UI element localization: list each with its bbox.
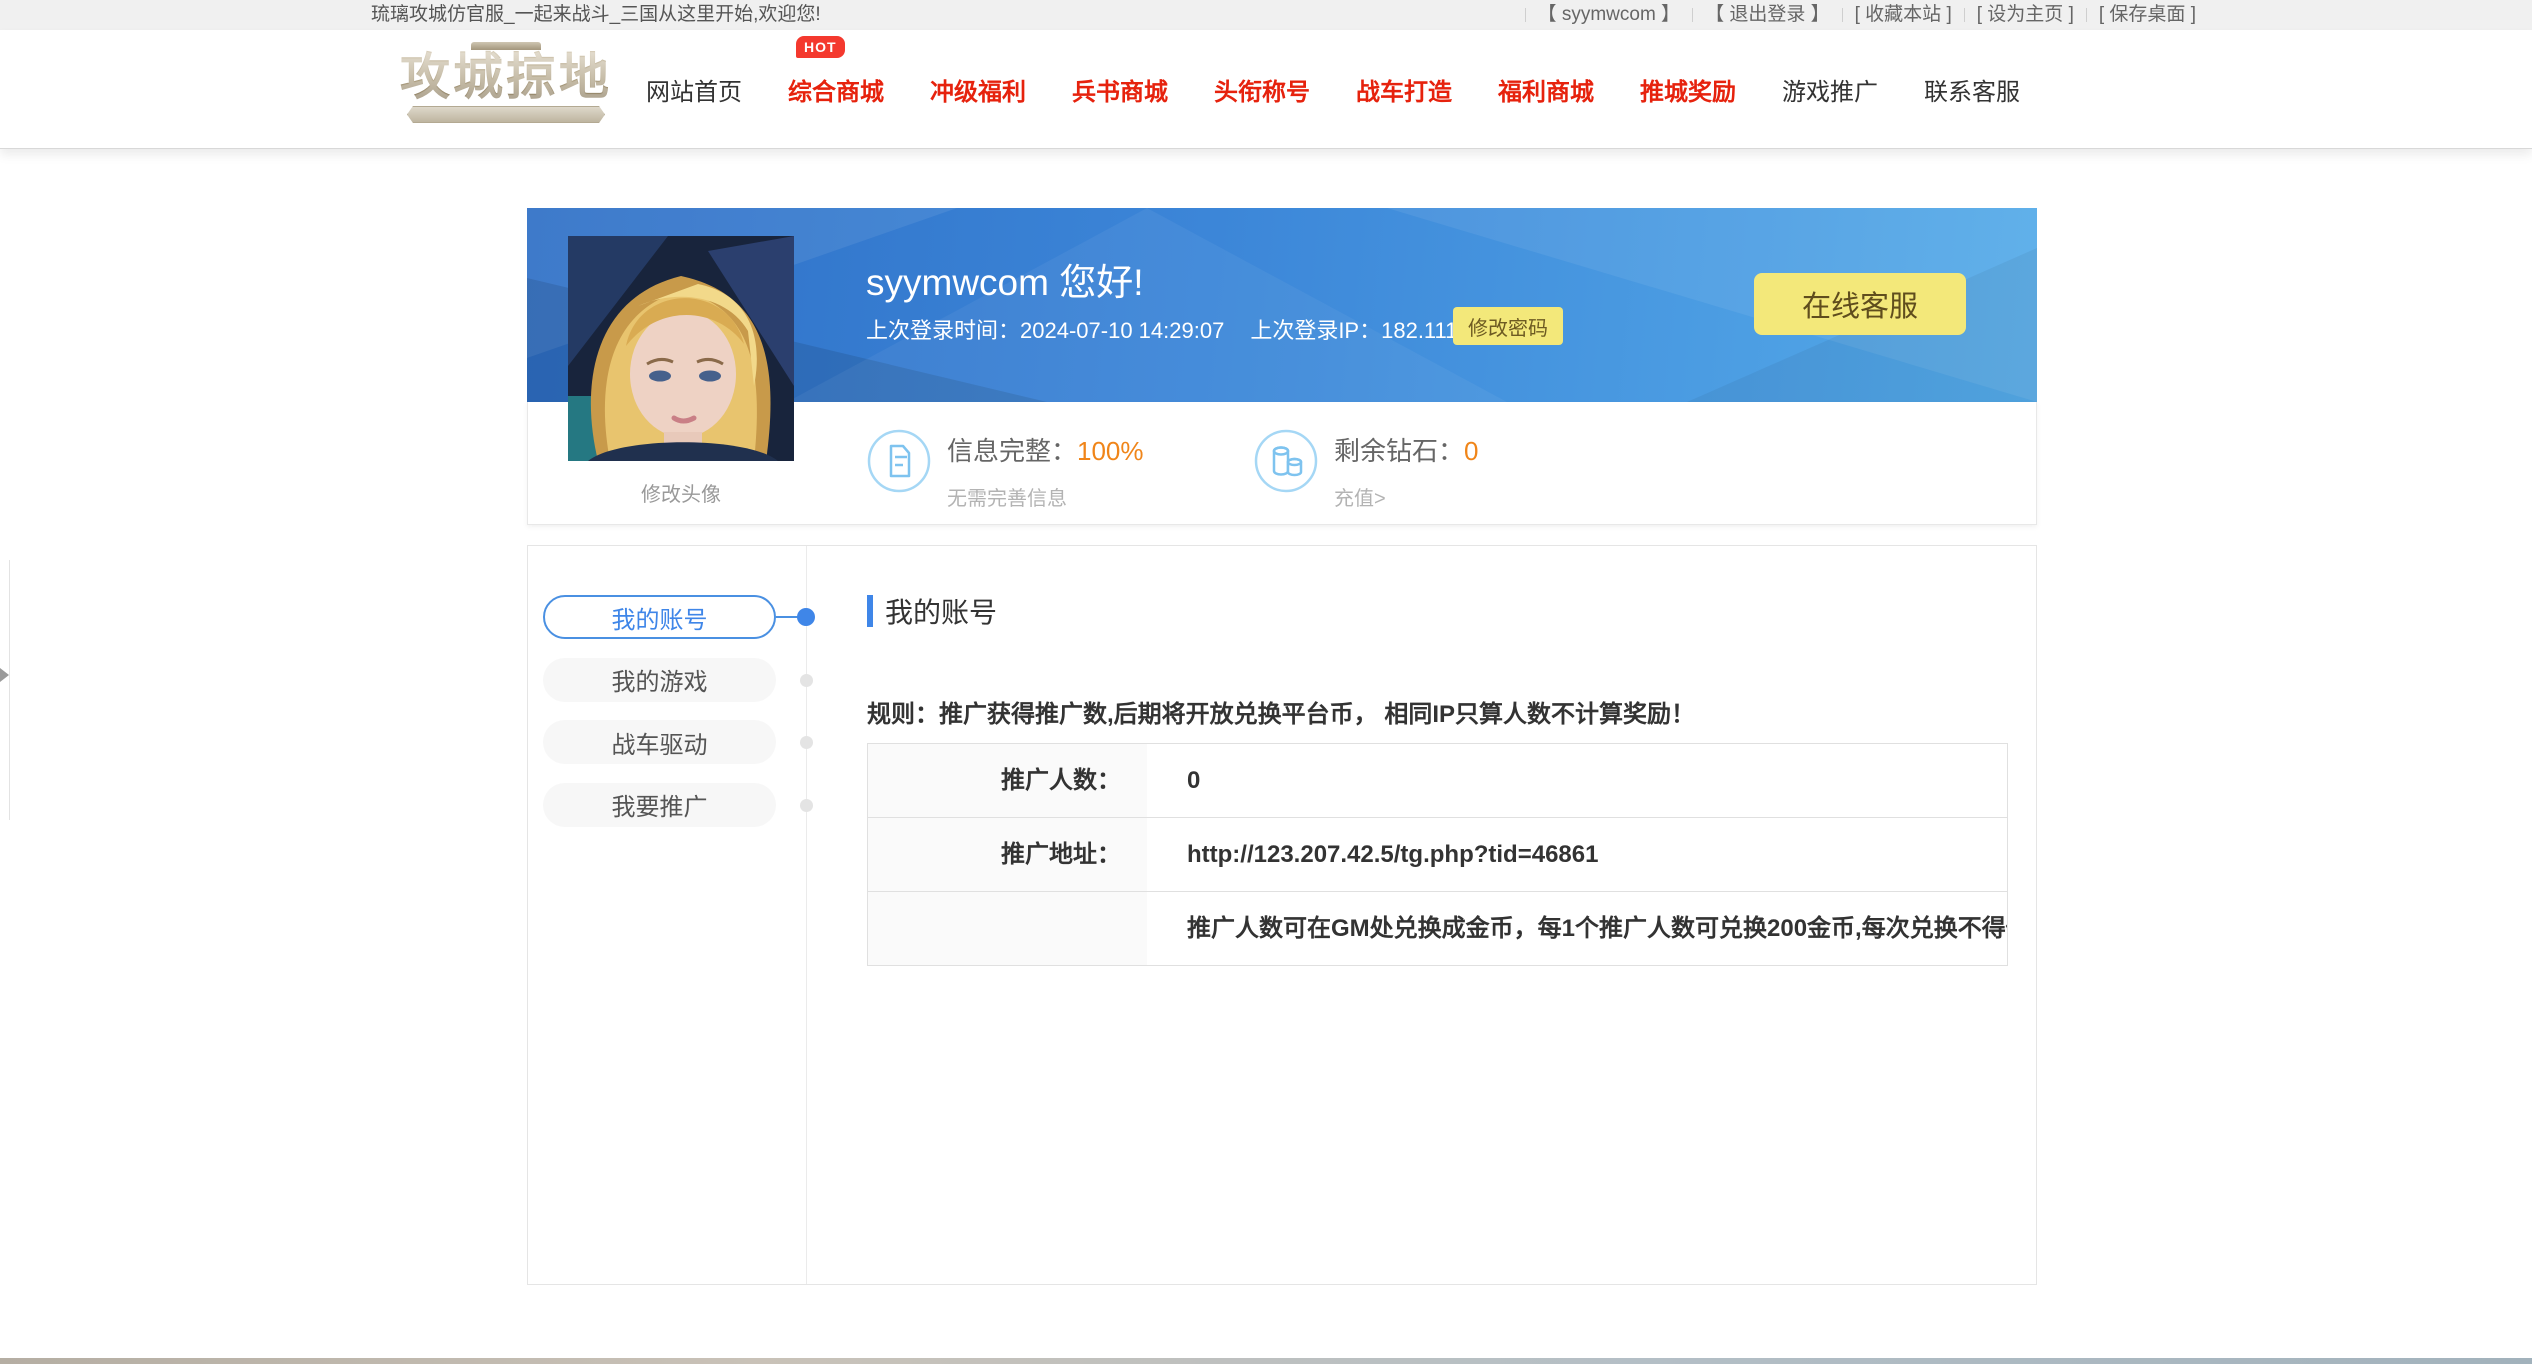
online-service-button[interactable]: 在线客服 bbox=[1754, 273, 1966, 335]
top-link[interactable]: 【 syymwcom 】 bbox=[1538, 0, 1681, 30]
diamond-value: 0 bbox=[1464, 436, 1478, 466]
nav-item-label: 联系客服 bbox=[1924, 79, 2020, 106]
page: 琉璃攻城仿官服_一起来战斗_三国从这里开始,欢迎您! 【 syymwcom 】 … bbox=[0, 0, 2532, 1364]
diamond-line: 剩余钻石：0 bbox=[1334, 431, 1478, 468]
nav-item-label: 福利商城 bbox=[1498, 79, 1594, 106]
sidebar-item-dot bbox=[800, 674, 813, 687]
sidebar-item-dot bbox=[800, 799, 813, 812]
top-link[interactable]: 【 退出登录 】 bbox=[1705, 0, 1830, 30]
document-icon bbox=[867, 429, 931, 493]
nav-item-label: 游戏推广 bbox=[1782, 79, 1878, 106]
table-row-label bbox=[868, 892, 1147, 965]
top-link-wrap: [ 设为主页 ] bbox=[1952, 0, 2074, 30]
nav-item-label: 头衔称号 bbox=[1214, 79, 1310, 106]
table-row: 推广地址： http://123.207.42.5/tg.php?tid=468… bbox=[868, 818, 2007, 892]
top-bar: 琉璃攻城仿官服_一起来战斗_三国从这里开始,欢迎您! 【 syymwcom 】 … bbox=[0, 0, 2532, 31]
sidebar-item: 战车驱动 bbox=[543, 720, 823, 764]
section-title-text: 我的账号 bbox=[885, 591, 997, 631]
top-link-wrap: 【 syymwcom 】 bbox=[1513, 0, 1681, 30]
sidebar-item-button[interactable]: 战车驱动 bbox=[543, 720, 776, 764]
info-complete-label: 信息完整： bbox=[947, 436, 1077, 466]
sidebar-item: 我的游戏 bbox=[543, 658, 823, 702]
change-password-button[interactable]: 修改密码 bbox=[1453, 307, 1563, 345]
title-accent-bar bbox=[867, 595, 873, 627]
sidebar-item: 我的账号 bbox=[543, 595, 823, 639]
nav-item[interactable]: HOT 头衔称号 bbox=[1214, 72, 1310, 107]
edge-panel-line bbox=[9, 560, 10, 820]
nav-item-label: 冲级福利 bbox=[930, 79, 1026, 106]
sidebar-item-button[interactable]: 我要推广 bbox=[543, 783, 776, 827]
table-row-value: http://123.207.42.5/tg.php?tid=46861 bbox=[1147, 818, 2007, 891]
info-complete-value: 100% bbox=[1077, 436, 1144, 466]
sidebar-item-button[interactable]: 我的账号 bbox=[543, 595, 776, 639]
sidebar-item-dot bbox=[800, 736, 813, 749]
sidebar-item: 我要推广 bbox=[543, 783, 823, 827]
promo-table: 推广人数： 0 推广地址： http://123.207.42.5/tg.php… bbox=[867, 743, 2008, 966]
last-login-time-value: 2024-07-10 14:29:07 bbox=[1020, 318, 1224, 343]
change-avatar-link[interactable]: 修改头像 bbox=[568, 478, 794, 507]
nav-item[interactable]: HOT 冲级福利 bbox=[930, 72, 1026, 107]
nav-item-label: 战车打造 bbox=[1356, 79, 1452, 106]
nav-item[interactable]: HOT 福利商城 bbox=[1498, 72, 1594, 107]
nav-item-label: 推城奖励 bbox=[1640, 79, 1736, 106]
logo-title: 攻城掠地 bbox=[398, 50, 614, 104]
info-complete-sub: 无需完善信息 bbox=[947, 482, 1144, 511]
info-complete-item: 信息完整：100% 无需完善信息 bbox=[867, 429, 1144, 511]
top-link[interactable]: [ 收藏本站 ] bbox=[1855, 0, 1952, 30]
site-logo[interactable]: 攻城掠地 bbox=[398, 42, 614, 136]
promo-rule-text: 规则：推广获得推广数,后期将开放兑换平台币， 相同IP只算人数不计算奖励！ bbox=[867, 694, 1695, 729]
nav-item[interactable]: HOT 战车打造 bbox=[1356, 72, 1452, 107]
nav-item-label: 兵书商城 bbox=[1072, 79, 1168, 106]
top-link-wrap: 【 退出登录 】 bbox=[1680, 0, 1830, 30]
top-link[interactable]: [ 设为主页 ] bbox=[1977, 0, 2074, 30]
nav-item[interactable]: HOT 游戏推广 bbox=[1782, 72, 1878, 107]
top-link[interactable]: [ 保存桌面 ] bbox=[2099, 0, 2196, 30]
side-panel-toggle-icon[interactable] bbox=[0, 668, 9, 682]
nav-item[interactable]: HOT 兵书商城 bbox=[1072, 72, 1168, 107]
main-nav: 攻城掠地 HOT 网站首页 HOT 综合商城 HOT 冲级福利 bbox=[0, 30, 2532, 149]
nav-menu: HOT 网站首页 HOT 综合商城 HOT 冲级福利 HOT 兵书商城 bbox=[646, 30, 2020, 148]
diamond-item: 剩余钻石：0 充值> bbox=[1254, 429, 1478, 511]
table-row-value: 0 bbox=[1147, 744, 2007, 817]
nav-item-label: 网站首页 bbox=[646, 79, 742, 106]
recharge-link[interactable]: 充值> bbox=[1334, 482, 1478, 511]
top-links: 【 syymwcom 】 【 退出登录 】 [ 收藏本站 ] [ 设为主页 ] … bbox=[1513, 0, 2196, 30]
table-row: 推广人数： 0 bbox=[868, 744, 2007, 818]
table-row-value: 推广人数可在GM处兑换成金币，每1个推广人数可兑换200金币,每次兑换不得低于1… bbox=[1147, 892, 2007, 965]
table-row-label: 推广人数： bbox=[868, 744, 1147, 817]
top-link-wrap: [ 保存桌面 ] bbox=[2074, 0, 2196, 30]
nav-item[interactable]: HOT 联系客服 bbox=[1924, 72, 2020, 107]
sidebar-item-dot bbox=[797, 608, 815, 626]
last-login-time-label: 上次登录时间： bbox=[866, 318, 1020, 343]
nav-item[interactable]: HOT 推城奖励 bbox=[1640, 72, 1736, 107]
nav-item-label: 综合商城 bbox=[788, 79, 884, 106]
user-greeting: syymwcom 您好! bbox=[866, 252, 1144, 306]
diamond-label: 剩余钻石： bbox=[1334, 436, 1464, 466]
section-title: 我的账号 bbox=[867, 591, 997, 631]
last-login-ip-label: 上次登录IP： bbox=[1250, 318, 1381, 343]
top-link-wrap: [ 收藏本站 ] bbox=[1830, 0, 1952, 30]
user-avatar[interactable] bbox=[568, 236, 794, 461]
nav-item[interactable]: HOT 网站首页 bbox=[646, 72, 742, 107]
nav-item[interactable]: HOT 综合商城 bbox=[788, 72, 884, 107]
account-content-card: 我的账号 我的游戏 战车驱动 我要推广 bbox=[527, 545, 2037, 1285]
welcome-text: 琉璃攻城仿官服_一起来战斗_三国从这里开始,欢迎您! bbox=[371, 0, 821, 30]
coins-icon bbox=[1254, 429, 1318, 493]
info-complete-line: 信息完整：100% bbox=[947, 431, 1144, 468]
footer-strip bbox=[0, 1358, 2532, 1364]
logo-banner-ribbon bbox=[407, 106, 605, 123]
table-row-label: 推广地址： bbox=[868, 818, 1147, 891]
table-row: 推广人数可在GM处兑换成金币，每1个推广人数可兑换200金币,每次兑换不得低于1… bbox=[868, 892, 2007, 965]
hot-badge: HOT bbox=[796, 36, 845, 58]
sidebar-item-button[interactable]: 我的游戏 bbox=[543, 658, 776, 702]
user-info-card: syymwcom 您好! 上次登录时间：2024-07-10 14:29:07 上… bbox=[527, 208, 2037, 525]
